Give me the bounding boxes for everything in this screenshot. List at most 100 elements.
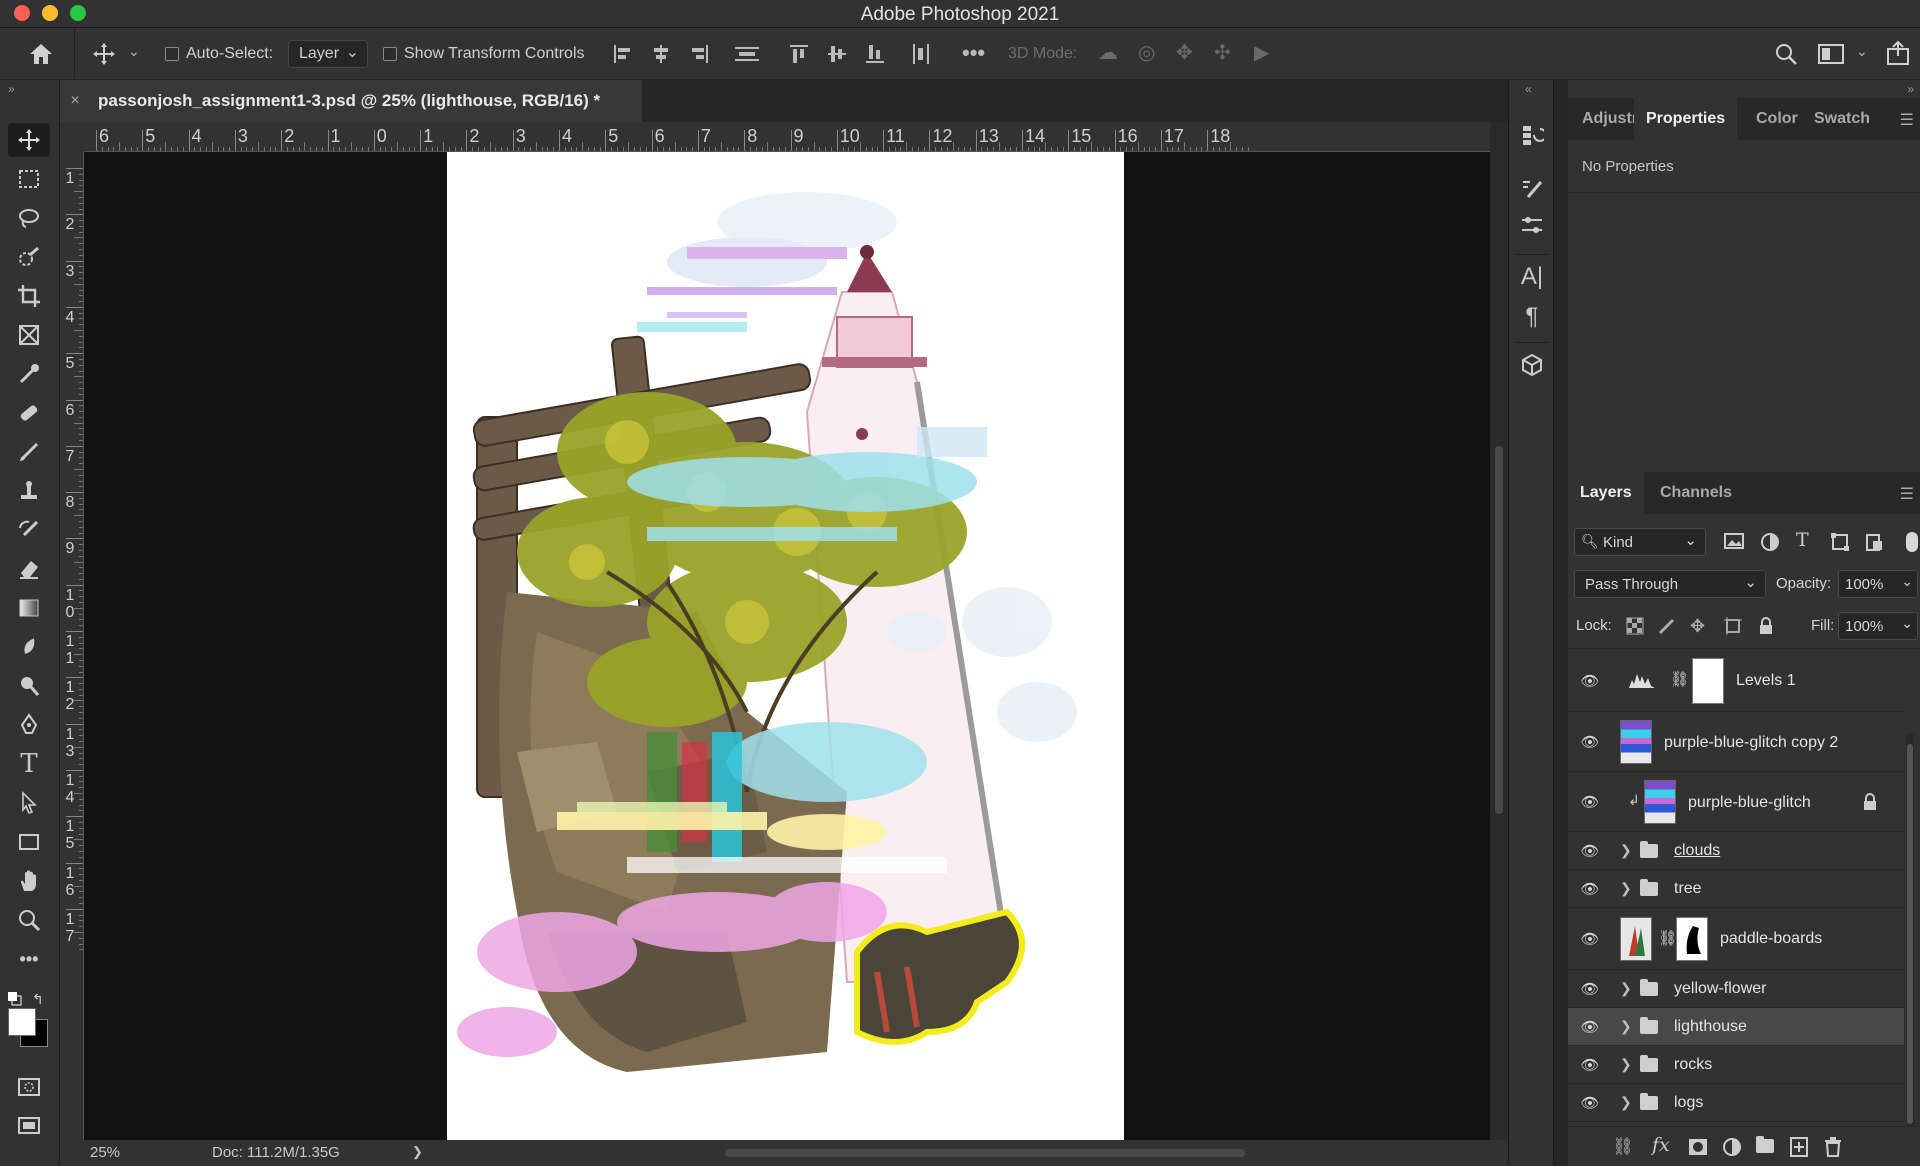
align-top-icon[interactable]: [788, 43, 810, 69]
edit-toolbar-icon[interactable]: •••: [8, 942, 50, 976]
group-expand-chevron-icon[interactable]: ❯: [1620, 980, 1632, 997]
visibility-eye-icon[interactable]: 👁︎: [1580, 1056, 1600, 1074]
layer-row-logs[interactable]: 👁︎ ❯ logs: [1568, 1084, 1904, 1122]
layer-row-rocks[interactable]: 👁︎ ❯ rocks: [1568, 1046, 1904, 1084]
crop-tool-icon[interactable]: [8, 279, 50, 313]
document-tab[interactable]: × passonjosh_assignment1-3.psd @ 25% (li…: [60, 80, 642, 122]
horizontal-ruler[interactable]: 6 5 4 3 2 1 0 1 2 3 4 5 6 7 8 9 10 11 12 13 14 15 16 17 18: [84, 122, 1490, 152]
fx-icon[interactable]: fx: [1652, 1134, 1670, 1156]
canvas-area[interactable]: [84, 152, 1490, 1140]
eraser-tool-icon[interactable]: [8, 552, 50, 586]
3d-slide-icon[interactable]: ✣: [1214, 43, 1231, 63]
visibility-eye-icon[interactable]: 👁︎: [1580, 1018, 1600, 1036]
layers-scrollbar[interactable]: [1906, 734, 1914, 1164]
share-icon[interactable]: [1886, 40, 1910, 70]
filter-adjustment-icon[interactable]: [1760, 532, 1780, 556]
layer-row-clouds[interactable]: 👁︎ ❯ clouds: [1568, 832, 1904, 870]
layer-row-yellow-flower[interactable]: 👁︎ ❯ yellow-flower: [1568, 970, 1904, 1008]
status-menu-arrow-icon[interactable]: ❯: [412, 1144, 423, 1160]
brush-settings-icon[interactable]: [1517, 174, 1547, 204]
link-layers-icon[interactable]: ⛓︎: [1612, 1137, 1634, 1157]
close-document-icon[interactable]: ×: [60, 92, 90, 110]
3d-pan-icon[interactable]: ✥: [1176, 43, 1193, 63]
pen-tool-icon[interactable]: [8, 708, 50, 742]
visibility-eye-icon[interactable]: 👁︎: [1580, 733, 1600, 751]
frame-tool-icon[interactable]: [8, 318, 50, 352]
layer-row-purple-blue-glitch-copy-2[interactable]: 👁︎ purple-blue-glitch copy 2: [1568, 712, 1904, 772]
align-bottom-icon[interactable]: [864, 43, 886, 69]
dodge-tool-icon[interactable]: [8, 669, 50, 703]
filter-smart-object-icon[interactable]: [1864, 532, 1884, 556]
lock-pixels-icon[interactable]: [1658, 617, 1676, 639]
opacity-input[interactable]: 100% ⌄: [1838, 570, 1918, 598]
document-canvas[interactable]: [447, 152, 1124, 1140]
layers-menu-icon[interactable]: ☰: [1900, 484, 1914, 504]
workspace-chevron-icon[interactable]: ⌄: [1856, 44, 1868, 58]
3d-scale-icon[interactable]: ▶: [1254, 43, 1269, 63]
home-icon[interactable]: [28, 42, 54, 70]
align-right-icon[interactable]: [688, 43, 710, 69]
collapse-toolbar-icon[interactable]: »: [8, 82, 15, 96]
quick-mask-icon[interactable]: [8, 1070, 50, 1104]
gradient-tool-icon[interactable]: [8, 591, 50, 625]
filter-type-icon[interactable]: T: [1796, 529, 1809, 551]
layer-mask-thumbnail[interactable]: [1676, 917, 1708, 961]
search-icon[interactable]: [1774, 42, 1798, 70]
layer-row-paddle-boards[interactable]: 👁︎ ⛓︎ paddle-boards: [1568, 908, 1904, 970]
filter-shape-icon[interactable]: [1830, 532, 1850, 556]
lock-all-icon[interactable]: [1758, 616, 1774, 640]
layer-row-levels-1[interactable]: 👁︎ ⛓︎ Levels 1: [1568, 650, 1904, 712]
distribute-horizontal-icon[interactable]: [910, 43, 932, 69]
group-expand-chevron-icon[interactable]: ❯: [1620, 880, 1632, 897]
tab-channels[interactable]: Channels: [1660, 472, 1732, 514]
mask-link-icon[interactable]: ⛓︎: [1670, 670, 1689, 688]
delete-layer-icon[interactable]: [1824, 1137, 1842, 1161]
align-hcenter-icon[interactable]: [650, 43, 672, 69]
expand-dock-icon[interactable]: «: [1525, 82, 1532, 96]
ruler-origin[interactable]: [60, 122, 84, 152]
visibility-eye-icon[interactable]: 👁︎: [1580, 793, 1600, 811]
visibility-eye-icon[interactable]: 👁︎: [1580, 672, 1600, 690]
more-options-icon[interactable]: •••: [962, 42, 985, 64]
paragraph-panel-icon[interactable]: ¶: [1517, 302, 1547, 332]
quick-selection-tool-icon[interactable]: [8, 240, 50, 274]
blend-mode-dropdown[interactable]: Pass Through ⌄: [1574, 570, 1766, 598]
filter-pixel-icon[interactable]: [1724, 532, 1744, 554]
clone-stamp-tool-icon[interactable]: [8, 474, 50, 508]
tool-preset-chevron-icon[interactable]: ⌄: [128, 44, 140, 58]
tab-adjustments[interactable]: Adjustı: [1582, 98, 1636, 140]
history-panel-icon[interactable]: [1517, 120, 1547, 150]
history-brush-tool-icon[interactable]: [8, 513, 50, 547]
visibility-eye-icon[interactable]: 👁︎: [1580, 842, 1600, 860]
new-group-icon[interactable]: [1756, 1136, 1784, 1157]
align-left-icon[interactable]: [612, 43, 634, 69]
fill-input[interactable]: 100% ⌄: [1838, 612, 1918, 640]
group-expand-chevron-icon[interactable]: ❯: [1620, 1056, 1632, 1073]
auto-select-checkbox[interactable]: [165, 47, 179, 61]
tab-swatches[interactable]: Swatch: [1814, 98, 1870, 140]
tab-properties[interactable]: Properties: [1634, 98, 1738, 140]
layers-scroll-thumb[interactable]: [1907, 744, 1913, 1124]
3d-roll-icon[interactable]: ◎: [1138, 43, 1155, 63]
healing-brush-tool-icon[interactable]: [8, 396, 50, 430]
zoom-level[interactable]: 25%: [90, 1144, 120, 1161]
eyedropper-tool-icon[interactable]: [8, 357, 50, 391]
layer-mask-thumbnail[interactable]: [1692, 658, 1724, 704]
adjustments-sliders-icon[interactable]: [1517, 210, 1547, 240]
3d-panel-icon[interactable]: [1517, 350, 1547, 380]
layer-row-lighthouse[interactable]: 👁︎ ❯ lighthouse: [1568, 1008, 1904, 1046]
hand-tool-icon[interactable]: [8, 864, 50, 898]
rectangle-tool-icon[interactable]: [8, 825, 50, 859]
marquee-tool-icon[interactable]: [8, 162, 50, 196]
move-tool-icon[interactable]: [8, 123, 50, 157]
distribute-vertical-icon[interactable]: [734, 43, 760, 69]
lasso-tool-icon[interactable]: [8, 201, 50, 235]
visibility-eye-icon[interactable]: 👁︎: [1580, 1094, 1600, 1112]
brush-tool-icon[interactable]: [8, 435, 50, 469]
visibility-eye-icon[interactable]: 👁︎: [1580, 980, 1600, 998]
type-tool-icon[interactable]: T: [8, 747, 50, 781]
3d-orbit-icon[interactable]: ☁: [1098, 43, 1118, 63]
foreground-color-swatch[interactable]: [8, 1008, 36, 1036]
horizontal-scroll-thumb[interactable]: [725, 1149, 1245, 1157]
layer-row-purple-blue-glitch[interactable]: 👁︎ ↲ purple-blue-glitch: [1568, 772, 1904, 832]
